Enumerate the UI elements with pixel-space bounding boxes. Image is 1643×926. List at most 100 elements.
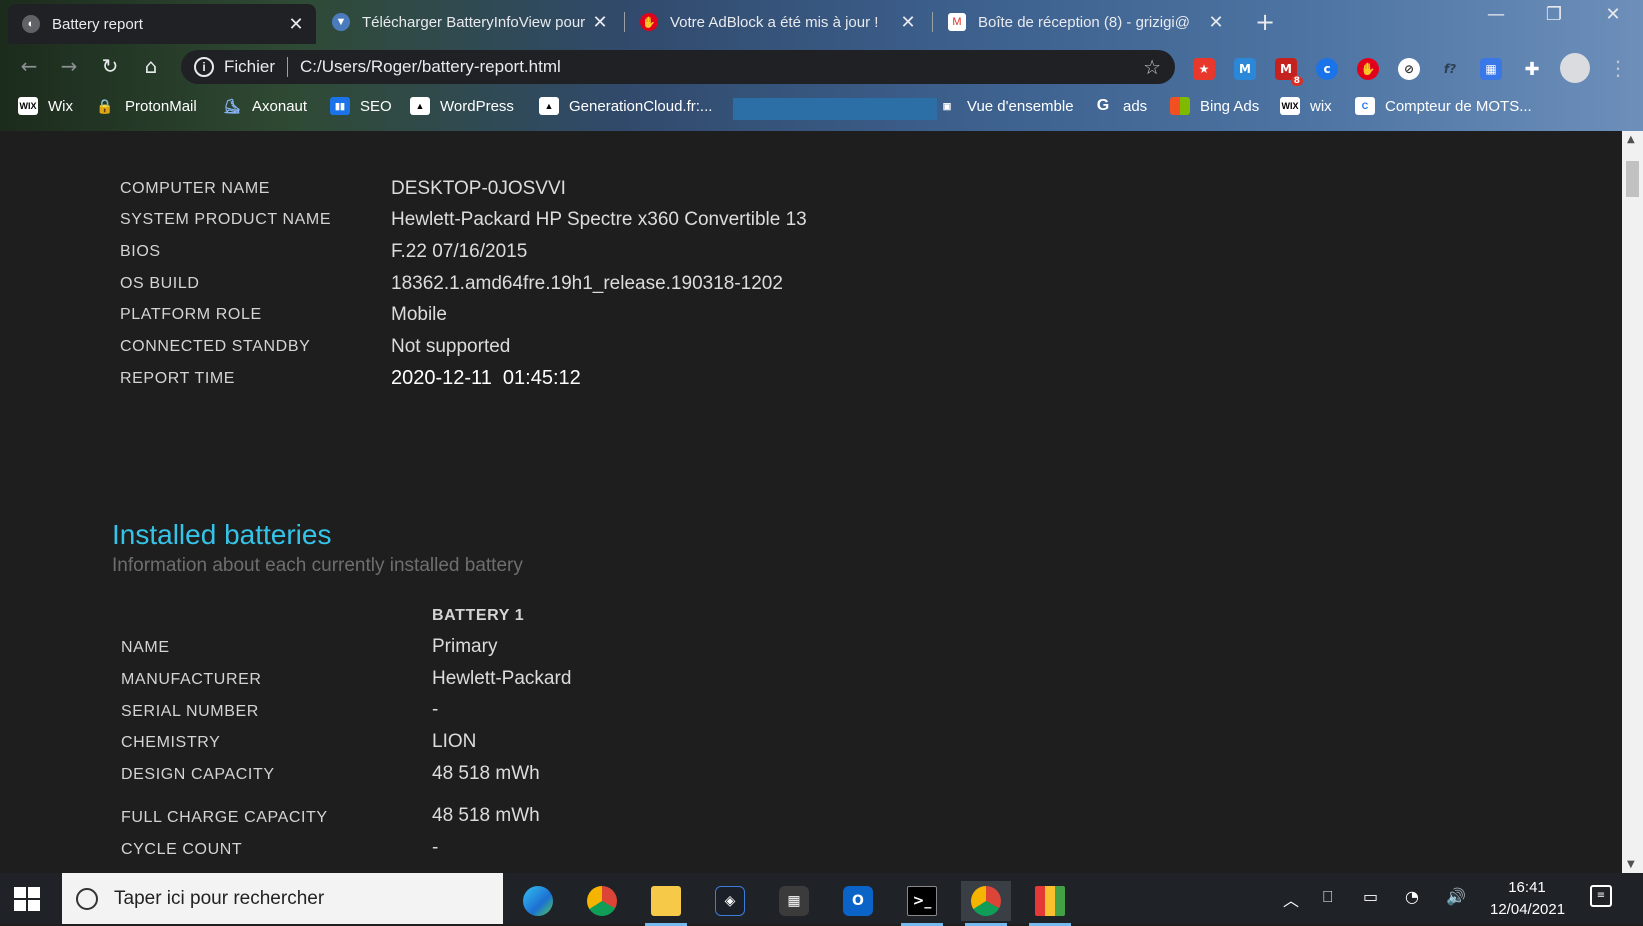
home-button[interactable]: ⌂	[138, 54, 164, 78]
url-text[interactable]: C:/Users/Roger/battery-report.html	[300, 57, 561, 77]
favorites-extension-icon[interactable]: ★	[1193, 58, 1215, 80]
info-icon[interactable]: i	[194, 57, 214, 77]
search-placeholder: Taper ici pour rechercher	[114, 887, 325, 909]
cycle-count-label: CYCLE COUNT	[121, 841, 243, 858]
gmail-extension-icon[interactable]: M 8	[1275, 58, 1303, 86]
tab-battery-report[interactable]: ◐ Battery report ✕	[8, 4, 316, 44]
battery-report-icon: ◐	[22, 15, 40, 33]
bookmark-label: Bing Ads	[1200, 97, 1260, 115]
computer-name-value: DESKTOP-0JOSVVI	[391, 178, 566, 199]
mailtrack-extension-icon[interactable]: M	[1234, 58, 1256, 80]
close-icon[interactable]: ✕	[284, 14, 308, 35]
address-bar[interactable]: i Fichier C:/Users/Roger/battery-report.…	[181, 50, 1175, 84]
minimize-button[interactable]: —	[1473, 4, 1519, 25]
cloud-icon: ▲	[539, 97, 559, 115]
calculator-app-icon[interactable]: ▦	[769, 881, 819, 921]
wifi-icon[interactable]: ◔	[1405, 887, 1419, 906]
battery-icon[interactable]: ▭	[1363, 887, 1378, 906]
device-icon[interactable]: ⎕	[1323, 887, 1333, 907]
reload-button[interactable]: ↻	[97, 54, 123, 78]
bookmark-axonaut[interactable]: ⛸ Axonaut	[222, 97, 307, 115]
close-icon[interactable]: ✕	[896, 12, 920, 33]
tab-batteryinfoview[interactable]: ▼ Télécharger BatteryInfoView pour ✕	[318, 4, 620, 40]
bookmark-ads[interactable]: Gads	[1093, 97, 1147, 115]
bookmark-star-icon[interactable]: ☆	[1143, 55, 1161, 80]
scroll-up-arrow[interactable]: ▲	[1627, 134, 1635, 145]
installed-batteries-heading: Installed batteries	[112, 519, 332, 550]
full-charge-capacity-label: FULL CHARGE CAPACITY	[121, 809, 328, 826]
scroll-down-arrow[interactable]: ▼	[1627, 859, 1635, 870]
protonmail-icon: 🔒	[96, 97, 114, 114]
visual-studio-icon: ◈	[715, 886, 745, 916]
battery-app-icon[interactable]	[1025, 881, 1075, 926]
battery-info-icon	[1035, 886, 1065, 916]
bookmark-wix[interactable]: WIX Wix	[18, 97, 73, 115]
platform-role-value: Mobile	[391, 304, 447, 325]
close-icon[interactable]: ✕	[1204, 12, 1228, 33]
taskbar-search-box[interactable]: Taper ici pour rechercher	[62, 873, 503, 924]
bookmark-seo[interactable]: ▮▮ SEO	[330, 97, 392, 115]
windows-taskbar: Taper ici pour rechercher ◈ ▦ O >_ ︿ ⎕ ▭…	[0, 873, 1643, 926]
scheme-label: Fichier	[224, 57, 276, 76]
vs-app-icon[interactable]: ◈	[705, 881, 755, 921]
omnibox-separator	[287, 57, 289, 77]
bookmark-protonmail[interactable]: 🔒 ProtonMail	[95, 97, 196, 115]
close-icon[interactable]: ✕	[588, 12, 612, 33]
design-capacity-value: 48 518 mWh	[432, 763, 540, 784]
edge-app-icon[interactable]	[513, 881, 563, 921]
adblock-icon: ✋	[640, 13, 658, 31]
bookmark-compteur-mots[interactable]: C Compteur de MOTS...	[1355, 97, 1532, 115]
puzzle-icon[interactable]: ✚	[1521, 58, 1543, 80]
wix-icon: WIX	[1280, 97, 1300, 115]
bookmark-wordpress[interactable]: ▲ WordPress	[410, 97, 514, 115]
bookmark-bing-ads[interactable]: Bing Ads	[1170, 97, 1259, 115]
notifications-icon[interactable]: ≡	[1590, 885, 1612, 907]
chrome-active-app-icon[interactable]	[961, 881, 1011, 926]
tab-adblock[interactable]: ✋ Votre AdBlock a été mis à jour ! ✕	[626, 4, 928, 40]
sync-extension-icon[interactable]: c	[1316, 58, 1338, 80]
block-extension-icon[interactable]: ⊘	[1398, 58, 1420, 80]
formula-extension-icon[interactable]: f?	[1439, 58, 1461, 80]
vertical-scrollbar[interactable]: ▲ ▼	[1622, 131, 1643, 873]
terminal-app-icon[interactable]: >_	[897, 881, 947, 926]
system-product-name-label: SYSTEM PRODUCT NAME	[120, 211, 332, 228]
os-build-value: 18362.1.amd64fre.19h1_release.190318-120…	[391, 273, 783, 294]
chrome-app-icon[interactable]	[577, 881, 627, 921]
volume-icon[interactable]: 🔊	[1446, 887, 1466, 906]
chemistry-value: LION	[432, 731, 477, 752]
bookmark-generationcloud[interactable]: ▲ GenerationCloud.fr:...	[539, 97, 712, 115]
chart-icon: ▮▮	[330, 97, 350, 115]
connected-standby-label: CONNECTED STANDBY	[120, 338, 311, 355]
more-menu-icon[interactable]: ⋮	[1608, 56, 1628, 80]
restore-button[interactable]: ❐	[1531, 4, 1577, 25]
tab-gmail[interactable]: M Boîte de réception (8) - grizigi@ ✕	[934, 4, 1236, 40]
connected-standby-value: Not supported	[391, 336, 511, 357]
search-icon	[76, 887, 98, 910]
installed-batteries-subheading: Information about each currently install…	[112, 555, 523, 576]
report-time-label: REPORT TIME	[120, 370, 236, 387]
platform-role-label: PLATFORM ROLE	[120, 306, 262, 323]
bookmark-vue-ensemble[interactable]: ▣ Vue d'ensemble	[937, 97, 1074, 115]
close-window-button[interactable]: ✕	[1590, 4, 1636, 25]
tab-title: Télécharger BatteryInfoView pour	[362, 13, 586, 31]
new-tab-button[interactable]: +	[1255, 8, 1275, 36]
outlook-app-icon[interactable]: O	[833, 881, 883, 921]
tab-strip: ◐ Battery report ✕ ▼ Télécharger Battery…	[0, 0, 1643, 44]
scrollbar-thumb[interactable]	[1626, 161, 1639, 197]
grid-extension-icon[interactable]: ▦	[1480, 58, 1502, 80]
bookmark-wix-2[interactable]: WIX wix	[1280, 97, 1332, 115]
forward-button[interactable]: →	[56, 54, 82, 78]
adblock-extension-icon[interactable]: ✋	[1357, 58, 1379, 80]
chevron-up-icon[interactable]: ︿	[1283, 887, 1299, 911]
system-clock[interactable]: 16:41 12/04/2021	[1490, 877, 1565, 921]
tab-separator	[624, 12, 625, 32]
chemistry-label: CHEMISTRY	[121, 734, 221, 751]
file-explorer-app-icon[interactable]	[641, 881, 691, 926]
toolbar: ← → ↻ ⌂ i Fichier C:/Users/Roger/battery…	[0, 44, 1643, 88]
back-button[interactable]: ←	[16, 54, 42, 78]
redacted-bookmark	[733, 98, 937, 120]
profile-avatar[interactable]	[1560, 53, 1590, 83]
windows-start-icon[interactable]	[14, 887, 40, 911]
axonaut-icon: ⛸	[223, 97, 241, 114]
folder-icon	[651, 886, 681, 916]
